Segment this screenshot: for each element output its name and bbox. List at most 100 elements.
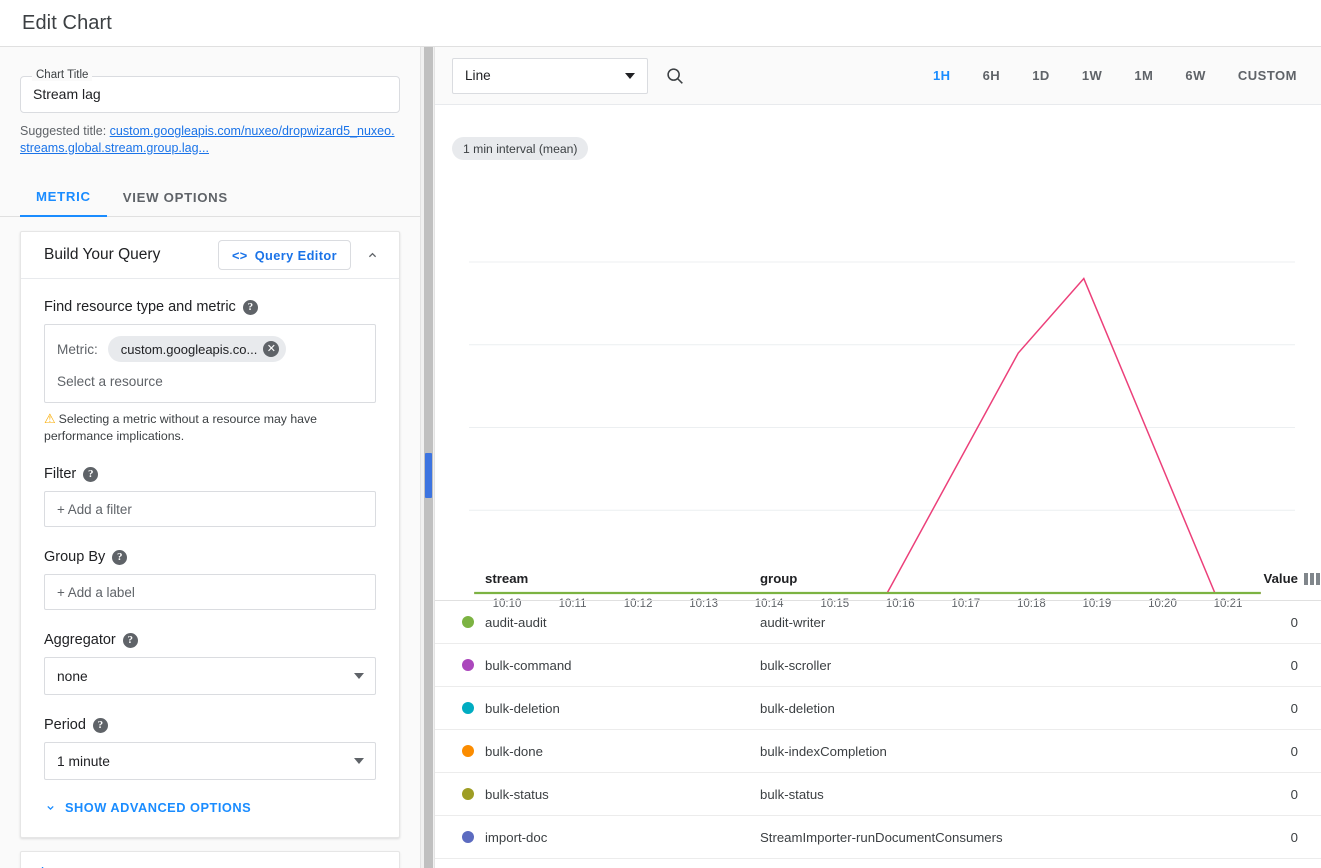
time-range-6w[interactable]: 6W — [1169, 68, 1222, 83]
aggregator-value: none — [57, 668, 88, 684]
cell-stream: bulk-deletion — [485, 700, 560, 716]
chart-type-select[interactable]: Line — [452, 57, 648, 94]
cell-stream: bulk-status — [485, 786, 549, 802]
aggregator-select[interactable]: none — [44, 657, 376, 695]
add-metric-label: ADD METRIC — [59, 865, 144, 868]
close-icon[interactable]: ✕ — [263, 341, 280, 357]
search-icon[interactable] — [664, 65, 686, 87]
series-color-dot — [462, 831, 474, 843]
filter-input[interactable]: + Add a filter — [44, 491, 376, 527]
tab-metric[interactable]: METRIC — [20, 178, 107, 217]
table-body: audit-audit audit-writer 0 bulk-command bulk… — [435, 601, 1321, 868]
cell-group: StreamImporter-runDocumentConsumers — [760, 829, 1003, 845]
cell-group: bulk-scroller — [760, 657, 832, 673]
time-range-1w[interactable]: 1W — [1066, 68, 1119, 83]
metric-warning: ⚠ Selecting a metric without a resource m… — [44, 411, 376, 444]
chart-preview-panel: Line 1H 6H 1D 1W 1M 6W CUSTOM 1 min inte… — [435, 47, 1321, 868]
chevron-up-icon[interactable] — [357, 240, 387, 270]
groupby-input[interactable]: + Add a label — [44, 574, 376, 610]
chart-title-field[interactable]: Chart Title Stream lag — [20, 69, 400, 113]
period-label-row: Period ? — [44, 717, 376, 733]
cell-value: 0 — [1290, 786, 1298, 802]
period-select[interactable]: 1 minute — [44, 742, 376, 780]
table-row[interactable]: import-doc StreamImporter-runDocumentCons… — [435, 816, 1321, 859]
show-advanced-options-button[interactable]: SHOW ADVANCED OPTIONS — [44, 800, 376, 815]
filter-label-row: Filter ? — [44, 466, 376, 482]
cell-group: audit-writer — [760, 614, 826, 630]
splitter-drag-handle[interactable] — [425, 453, 432, 498]
time-range-custom[interactable]: CUSTOM — [1222, 68, 1301, 83]
add-metric-button[interactable]: + ADD METRIC — [20, 851, 400, 868]
help-icon-find-resource[interactable]: ? — [242, 299, 258, 315]
cell-stream: bulk-done — [485, 743, 543, 759]
query-editor-label: Query Editor — [254, 247, 337, 263]
find-resource-label-row: Find resource type and metric ? — [44, 299, 376, 315]
cell-stream: bulk-command — [485, 657, 572, 673]
metric-chip[interactable]: custom.googleapis.co... ✕ — [107, 336, 287, 362]
table-row[interactable]: audit-audit audit-writer 0 — [435, 601, 1321, 644]
chart-title-input[interactable]: Stream lag — [33, 86, 101, 102]
suggested-title-prefix: Suggested title: — [20, 124, 110, 138]
time-range-1m[interactable]: 1M — [1118, 68, 1169, 83]
chevron-down-icon — [47, 805, 54, 811]
series-color-dot — [462, 702, 474, 714]
table-row[interactable]: bulk-command bulk-scroller 0 — [435, 644, 1321, 687]
column-header-stream[interactable]: stream — [435, 571, 760, 586]
cell-group: bulk-deletion — [760, 700, 835, 716]
cell-stream: import-doc — [485, 829, 548, 845]
table-row[interactable]: bulk-deletion bulk-deletion 0 — [435, 687, 1321, 730]
period-label: Period — [44, 717, 86, 733]
chart-svg — [469, 261, 1295, 595]
left-config-panel: Chart Title Stream lag Suggested title: … — [0, 47, 420, 868]
table-row[interactable]: bulk-status bulk-status 0 — [435, 773, 1321, 816]
build-query-card: Build Your Query <> Query Editor Find re… — [20, 231, 400, 838]
help-icon-groupby[interactable]: ? — [112, 549, 128, 565]
metric-chip-label: custom.googleapis.co... — [120, 341, 258, 357]
cell-value: 0 — [1290, 614, 1298, 630]
cell-value: 0 — [1290, 829, 1298, 845]
show-advanced-options-label: SHOW ADVANCED OPTIONS — [65, 800, 252, 815]
help-icon-aggregator[interactable]: ? — [122, 632, 138, 648]
time-range-1h[interactable]: 1H — [917, 68, 967, 83]
help-icon-period[interactable]: ? — [92, 717, 108, 733]
edit-chart-window: Edit Chart Chart Title Stream lag Sugges… — [0, 0, 1321, 868]
chart-title-label: Chart Title — [32, 69, 93, 81]
column-header-group[interactable]: group — [760, 571, 1210, 586]
aggregator-label: Aggregator — [44, 632, 116, 648]
query-editor-button[interactable]: <> Query Editor — [217, 240, 351, 270]
help-icon-filter[interactable]: ? — [83, 466, 99, 482]
chart-area: 1 min interval (mean) 01,0002,0003,0004,… — [435, 105, 1321, 610]
cell-stream: audit-audit — [485, 614, 547, 630]
metric-selector-box[interactable]: Metric: custom.googleapis.co... ✕ Select… — [44, 324, 376, 403]
panel-tabs: METRIC VIEW OPTIONS — [0, 178, 420, 217]
resource-placeholder[interactable]: Select a resource — [57, 374, 363, 389]
series-color-dot — [462, 659, 474, 671]
suggested-title: Suggested title: custom.googleapis.com/n… — [20, 123, 400, 156]
series-table: stream group Value audit-audit audit-writ… — [435, 557, 1321, 868]
column-header-value[interactable]: Value — [1210, 571, 1298, 586]
metric-label: Metric: — [57, 341, 98, 357]
groupby-label: Group By — [44, 549, 106, 565]
cell-group: bulk-status — [760, 786, 824, 802]
build-query-body: Find resource type and metric ? Metric: … — [21, 279, 399, 837]
series-color-dot — [462, 788, 474, 800]
column-options-icon[interactable] — [1298, 572, 1321, 585]
code-brackets-icon: <> — [231, 247, 248, 263]
time-range-1d[interactable]: 1D — [1016, 68, 1066, 83]
chevron-down-icon — [354, 758, 364, 764]
chevron-down-icon — [625, 72, 635, 79]
find-resource-label: Find resource type and metric — [44, 299, 236, 315]
cell-group: bulk-indexCompletion — [760, 743, 887, 759]
panel-splitter[interactable] — [420, 47, 435, 868]
table-row[interactable]: bulk-done bulk-indexCompletion 0 — [435, 730, 1321, 773]
time-range-6h[interactable]: 6H — [967, 68, 1017, 83]
cell-value: 0 — [1290, 743, 1298, 759]
period-value: 1 minute — [57, 753, 110, 769]
table-row[interactable]: work-defaultwork-default0 — [435, 859, 1321, 868]
chart-toolbar: Line 1H 6H 1D 1W 1M 6W CUSTOM — [435, 47, 1321, 105]
chevron-down-icon — [354, 673, 364, 679]
tab-view-options[interactable]: VIEW OPTIONS — [107, 178, 244, 217]
chart-plot[interactable] — [449, 112, 1321, 595]
aggregator-label-row: Aggregator ? — [44, 632, 376, 648]
chart-type-value: Line — [465, 68, 491, 83]
